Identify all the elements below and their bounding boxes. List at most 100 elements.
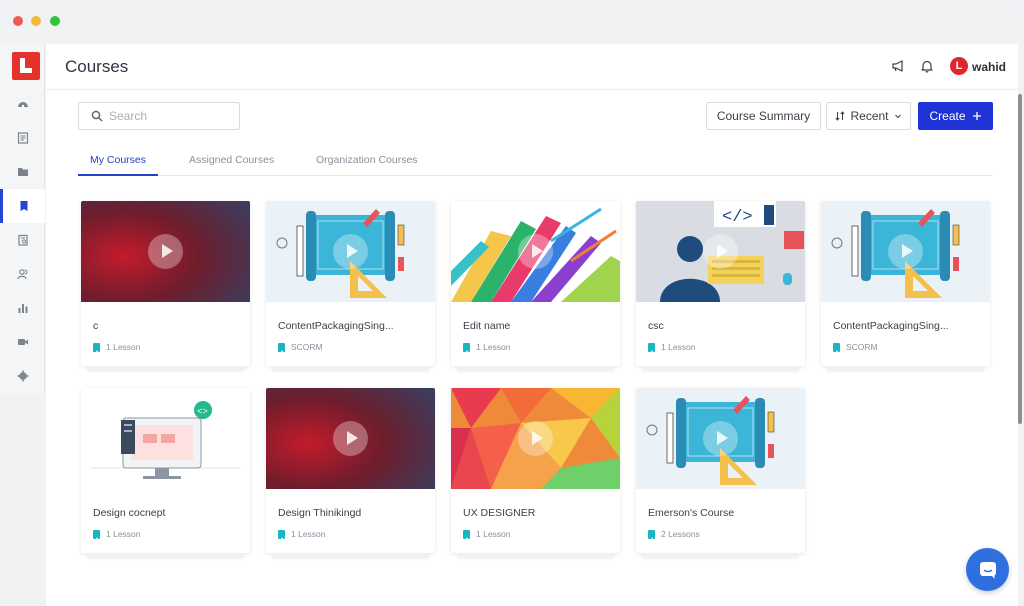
lesson-icon	[648, 342, 655, 352]
play-icon[interactable]	[703, 234, 738, 269]
tab-organization-courses[interactable]: Organization Courses	[316, 154, 418, 176]
course-meta: SCORM	[833, 342, 878, 352]
search-box[interactable]	[78, 102, 240, 130]
megaphone-icon[interactable]	[891, 59, 905, 73]
sidebar-item-users[interactable]	[0, 257, 45, 291]
create-label: Create	[929, 109, 966, 123]
course-title: Design cocnept	[93, 507, 166, 519]
course-card[interactable]: Emerson's Course 2 Lessons	[636, 388, 805, 558]
lesson-icon	[648, 529, 655, 539]
recent-label: Recent	[850, 109, 889, 123]
course-meta-text: 1 Lesson	[106, 529, 141, 539]
course-meta-text: 1 Lesson	[661, 342, 696, 352]
sidebar-item-list[interactable]	[0, 121, 45, 155]
lesson-icon	[278, 342, 285, 352]
sidebar	[0, 44, 45, 394]
course-card[interactable]: UX DESIGNER 1 Lesson	[451, 388, 620, 558]
search-icon	[91, 110, 103, 122]
sidebar-item-folder[interactable]	[0, 155, 45, 189]
document-list-icon	[17, 132, 28, 144]
course-title: c	[93, 320, 99, 332]
course-meta: 1 Lesson	[93, 342, 141, 352]
page-header: Courses L wahid	[46, 44, 1018, 90]
maximize-window-button[interactable]	[50, 16, 60, 26]
recent-sort-dropdown[interactable]: Recent	[826, 102, 911, 130]
course-title: Emerson's Course	[648, 507, 735, 519]
course-card[interactable]: ContentPackagingSing... SCORM	[266, 201, 435, 371]
tab-my-courses[interactable]: My Courses	[78, 154, 159, 176]
tab-assigned-courses[interactable]: Assigned Courses	[189, 154, 274, 176]
course-meta-text: SCORM	[846, 342, 878, 352]
course-thumbnail: <>	[81, 388, 250, 489]
course-card[interactable]: c 1 Lesson	[81, 201, 250, 371]
page-title: Courses	[65, 57, 129, 76]
lesson-icon	[463, 342, 470, 352]
username[interactable]: wahid	[972, 60, 1006, 74]
sidebar-item-analytics[interactable]	[0, 291, 45, 325]
play-icon[interactable]	[888, 234, 923, 269]
course-meta-text: 1 Lesson	[476, 342, 511, 352]
chat-button[interactable]	[966, 548, 1009, 591]
course-summary-label: Course Summary	[716, 109, 811, 123]
chat-icon	[979, 561, 996, 579]
course-meta-text: 1 Lesson	[476, 529, 511, 539]
lesson-icon	[833, 342, 840, 352]
create-button[interactable]: Create	[918, 102, 993, 130]
course-title: Design Thinikingd	[278, 507, 362, 519]
course-card[interactable]: </> csc 1 Lesson	[636, 201, 805, 371]
sidebar-item-dashboard[interactable]	[0, 87, 45, 121]
main-content: Courses L wahid Course Summary Recent Cr…	[46, 44, 1018, 606]
course-meta-text: SCORM	[291, 342, 323, 352]
course-card[interactable]: ContentPackagingSing... SCORM	[821, 201, 990, 371]
course-meta-text: 1 Lesson	[106, 342, 141, 352]
bell-icon[interactable]	[920, 59, 934, 73]
app-window: Courses L wahid Course Summary Recent Cr…	[0, 0, 1024, 606]
course-meta: 1 Lesson	[463, 342, 511, 352]
play-icon[interactable]	[703, 421, 738, 456]
bar-chart-icon	[18, 304, 27, 313]
lesson-icon	[93, 342, 100, 352]
chevron-down-icon	[894, 114, 901, 119]
plus-icon	[972, 112, 981, 120]
scrollbar[interactable]	[1018, 94, 1022, 424]
course-meta: 1 Lesson	[648, 342, 696, 352]
svg-text:<>: <>	[197, 407, 208, 417]
lesson-icon	[93, 529, 100, 539]
search-input[interactable]	[109, 107, 234, 125]
play-icon[interactable]	[333, 421, 368, 456]
users-icon	[16, 269, 27, 280]
course-title: UX DESIGNER	[463, 507, 536, 519]
play-icon[interactable]	[518, 234, 553, 269]
course-title: ContentPackagingSing...	[833, 320, 949, 332]
course-meta: 1 Lesson	[463, 529, 511, 539]
lesson-icon	[463, 529, 470, 539]
lesson-icon	[278, 529, 285, 539]
play-icon[interactable]	[518, 421, 553, 456]
play-icon[interactable]	[333, 234, 368, 269]
sidebar-item-reports[interactable]	[0, 223, 45, 257]
course-summary-button[interactable]: Course Summary	[706, 102, 821, 130]
sidebar-item-video[interactable]	[0, 325, 45, 359]
svg-text:</>: </>	[722, 208, 753, 227]
clipboard-icon	[17, 234, 28, 246]
course-card[interactable]: <> Design cocnept 1 Lesson	[81, 388, 250, 558]
course-tabs: My Courses Assigned Courses Organization…	[78, 148, 993, 176]
course-title: ContentPackagingSing...	[278, 320, 394, 332]
course-card[interactable]: Design Thinikingd 1 Lesson	[266, 388, 435, 558]
app-logo[interactable]	[12, 52, 40, 80]
video-camera-icon	[17, 339, 28, 345]
sort-icon	[835, 111, 846, 121]
folder-icon	[17, 168, 28, 176]
course-meta: 2 Lessons	[648, 529, 700, 539]
sidebar-item-settings[interactable]	[0, 359, 45, 393]
course-meta-text: 2 Lessons	[661, 529, 700, 539]
minimize-window-button[interactable]	[31, 16, 41, 26]
close-window-button[interactable]	[13, 16, 23, 26]
sidebar-item-courses[interactable]	[0, 189, 45, 223]
play-icon[interactable]	[148, 234, 183, 269]
course-card[interactable]: Edit name 1 Lesson	[451, 201, 620, 371]
course-title: csc	[648, 320, 664, 332]
course-meta: 1 Lesson	[278, 529, 326, 539]
avatar[interactable]: L	[950, 57, 968, 75]
course-meta: 1 Lesson	[93, 529, 141, 539]
